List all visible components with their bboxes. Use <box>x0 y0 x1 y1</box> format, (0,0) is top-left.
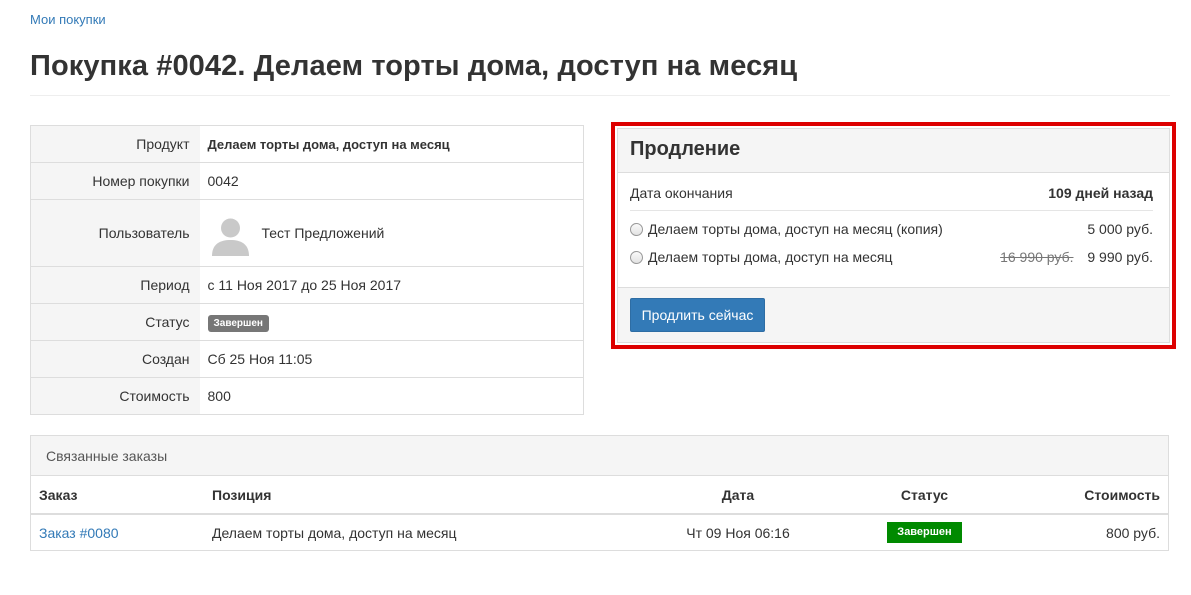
radio-icon[interactable] <box>630 222 643 236</box>
purchase-details-table: Продукт Делаем торты дома, доступ на мес… <box>30 125 584 415</box>
related-orders-title: Связанные заказы <box>31 436 1168 476</box>
user-name: Тест Предложений <box>261 225 385 241</box>
renewal-option-label: Делаем торты дома, доступ на месяц (копи… <box>648 221 943 237</box>
renewal-option[interactable]: Делаем торты дома, доступ на месяц (копи… <box>630 215 1153 243</box>
detail-label: Номер покупки <box>30 162 200 200</box>
detail-value-user: Тест Предложений <box>199 199 584 267</box>
detail-label: Создан <box>30 340 200 378</box>
detail-value-period: с 11 Ноя 2017 до 25 Ноя 2017 <box>199 266 584 304</box>
detail-row-number: Номер покупки 0042 <box>30 162 584 200</box>
renewal-option-price: 9 990 руб. <box>1087 249 1153 265</box>
detail-row-cost: Стоимость 800 <box>30 377 584 415</box>
detail-value-created: Сб 25 Ноя 11:05 <box>199 340 584 378</box>
renewal-option-label: Делаем торты дома, доступ на месяц <box>648 249 893 265</box>
column-header-order: Заказ <box>31 476 204 515</box>
renewal-option-price: 5 000 руб. <box>1087 221 1153 237</box>
related-orders-panel: Связанные заказы Заказ Позиция Дата Стат… <box>30 435 1169 551</box>
column-header-cost: Стоимость <box>1017 476 1168 515</box>
user-silhouette-icon <box>207 210 253 256</box>
title-divider <box>30 95 1170 96</box>
renewal-title: Продление <box>618 129 1169 173</box>
renewal-footer: Продлить сейчас <box>618 287 1169 342</box>
end-date-label: Дата окончания <box>630 184 733 201</box>
status-badge: Завершен <box>887 522 962 543</box>
status-badge: Завершен <box>207 314 269 332</box>
order-item: Делаем торты дома, доступ на месяц <box>212 524 457 541</box>
renewal-end-date-row: Дата окончания 109 дней назад <box>630 173 1153 211</box>
order-link[interactable]: Заказ #0080 <box>39 525 119 541</box>
column-header-item: Позиция <box>204 476 644 515</box>
detail-value-number: 0042 <box>199 162 584 200</box>
detail-row-user: Пользователь Тест Предложений <box>30 199 584 267</box>
order-cost: 800 руб. <box>1106 524 1160 541</box>
detail-label: Продукт <box>30 125 200 163</box>
detail-row-status: Статус Завершен <box>30 303 584 341</box>
page-title: Покупка #0042. Делаем торты дома, доступ… <box>30 50 798 82</box>
renewal-option-prices: 5 000 руб. <box>1087 221 1153 237</box>
order-status-cell: Завершен <box>832 514 1017 550</box>
detail-label: Пользователь <box>30 199 200 267</box>
renew-now-button[interactable]: Продлить сейчас <box>630 298 765 332</box>
renewal-option-left: Делаем торты дома, доступ на месяц (копи… <box>630 221 943 237</box>
detail-label: Стоимость <box>30 377 200 415</box>
order-link-cell: Заказ #0080 <box>31 514 204 550</box>
detail-label: Период <box>30 266 200 304</box>
table-header-row: Заказ Позиция Дата Статус Стоимость <box>31 476 1168 515</box>
order-date: Чт 09 Ноя 06:16 <box>686 524 790 541</box>
end-date-value: 109 дней назад <box>1048 184 1153 201</box>
user-info: Тест Предложений <box>207 210 576 256</box>
detail-row-period: Период с 11 Ноя 2017 до 25 Ноя 2017 <box>30 266 584 304</box>
breadcrumb-my-purchases[interactable]: Мои покупки <box>30 12 106 27</box>
renewal-option-prices: 16 990 руб. 9 990 руб. <box>1000 249 1153 265</box>
detail-row-created: Создан Сб 25 Ноя 11:05 <box>30 340 584 378</box>
detail-label: Статус <box>30 303 200 341</box>
page: Мои покупки Покупка #0042. Делаем торты … <box>0 0 1191 595</box>
detail-row-product: Продукт Делаем торты дома, доступ на мес… <box>30 125 584 163</box>
related-orders-table: Заказ Позиция Дата Статус Стоимость Зака… <box>31 476 1168 550</box>
column-header-status: Статус <box>832 476 1017 515</box>
renewal-body: Дата окончания 109 дней назад Делаем тор… <box>618 173 1169 271</box>
detail-value-product: Делаем торты дома, доступ на месяц <box>207 136 450 152</box>
renewal-option-left: Делаем торты дома, доступ на месяц <box>630 249 893 265</box>
renewal-option[interactable]: Делаем торты дома, доступ на месяц 16 99… <box>630 243 1153 271</box>
column-header-date: Дата <box>644 476 832 515</box>
detail-value-cost: 800 <box>199 377 584 415</box>
detail-value-status: Завершен <box>199 303 584 341</box>
table-row: Заказ #0080 Делаем торты дома, доступ на… <box>31 514 1168 550</box>
renewal-option-old-price: 16 990 руб. <box>1000 249 1074 265</box>
renewal-panel: Продление Дата окончания 109 дней назад … <box>617 128 1170 343</box>
radio-icon[interactable] <box>630 250 643 264</box>
